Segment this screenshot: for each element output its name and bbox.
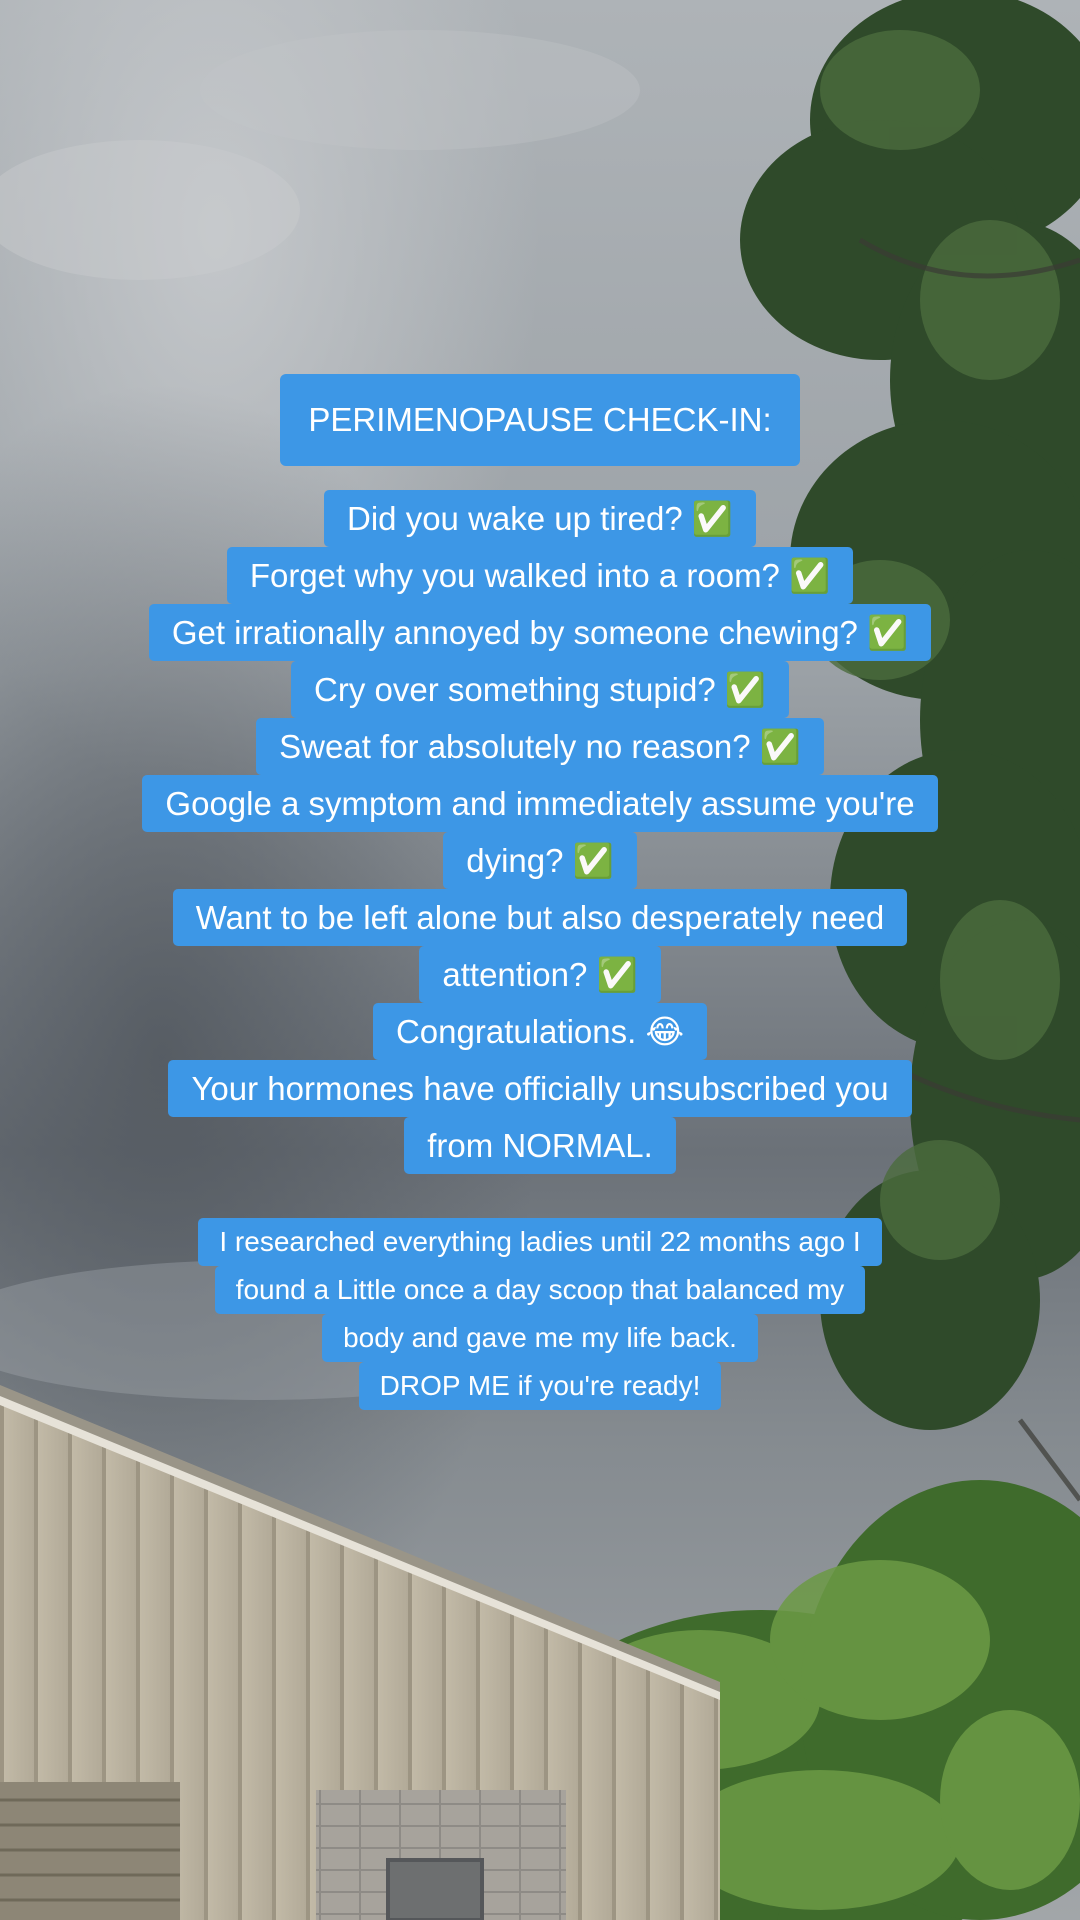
caption-title: PERIMENOPAUSE CHECK-IN: (280, 374, 800, 466)
promo-line: found a Little once a day scoop that bal… (214, 1266, 866, 1314)
caption-line: Google a symptom and immediately assume … (142, 775, 938, 832)
caption-promo: I researched everything ladies until 22 … (0, 1218, 1080, 1410)
caption-line: Want to be left alone but also desperate… (172, 889, 908, 946)
promo-line: I researched everything ladies until 22 … (198, 1218, 882, 1266)
caption-line: Get irrationally annoyed by someone chew… (148, 604, 932, 661)
caption-line: Your hormones have officially unsubscrib… (168, 1060, 912, 1117)
caption-line: Congratulations. 😂 (372, 1003, 708, 1060)
caption-line: Forget why you walked into a room? ✅ (226, 547, 854, 604)
caption-line: Did you wake up tired? ✅ (324, 490, 756, 547)
caption-title-block: PERIMENOPAUSE CHECK-IN: (0, 374, 1080, 466)
caption-line: Sweat for absolutely no reason? ✅ (256, 718, 824, 775)
caption-line: from NORMAL. (404, 1117, 676, 1174)
caption-line: dying? ✅ (443, 832, 637, 889)
caption-line: attention? ✅ (419, 946, 661, 1003)
caption-checklist: Did you wake up tired? ✅ Forget why you … (0, 490, 1080, 1174)
promo-line: body and gave me my life back. (322, 1314, 758, 1362)
promo-line: DROP ME if you're ready! (358, 1362, 722, 1410)
caption-line: Cry over something stupid? ✅ (291, 661, 789, 718)
video-frame: PERIMENOPAUSE CHECK-IN: Did you wake up … (0, 0, 1080, 1920)
